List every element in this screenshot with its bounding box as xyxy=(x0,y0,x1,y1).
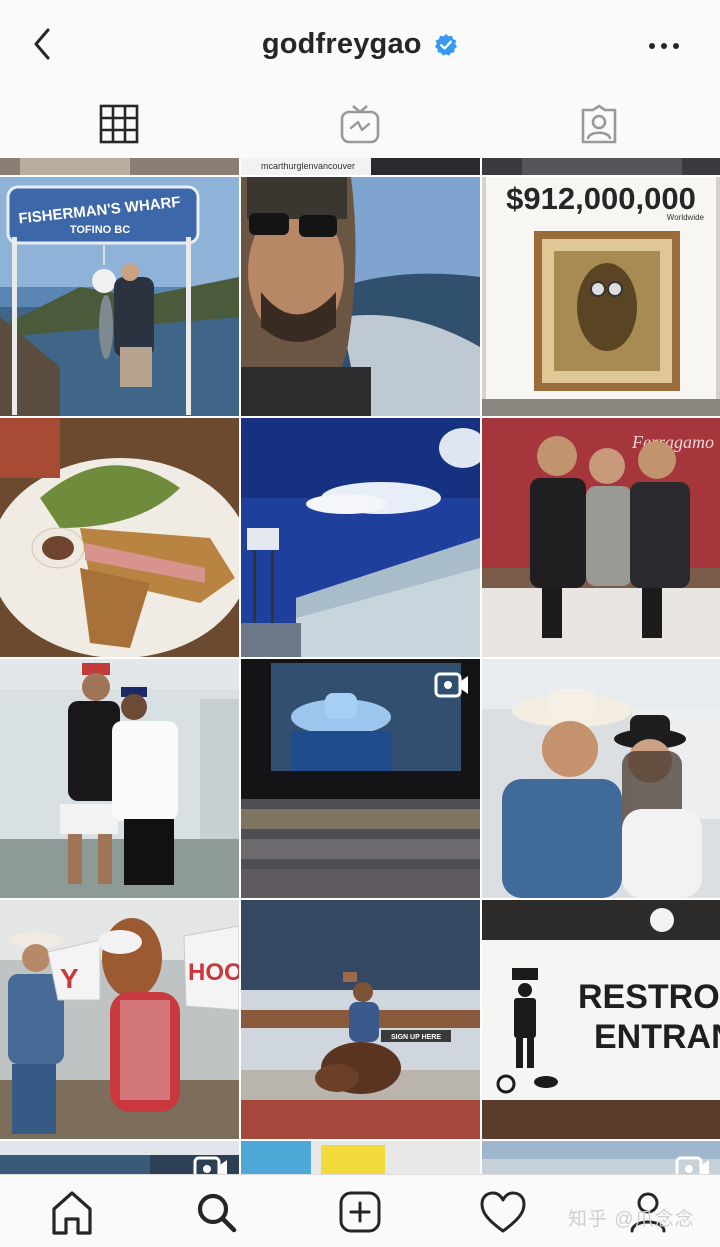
post-image-two-men-cap xyxy=(0,659,239,898)
nav-activity-button[interactable] xyxy=(475,1187,531,1237)
post-thumbnail-partial[interactable] xyxy=(241,1141,480,1174)
nav-search-button[interactable] xyxy=(188,1187,244,1237)
post-thumbnail[interactable]: Y HOO xyxy=(0,900,239,1139)
post-thumbnail-partial[interactable] xyxy=(482,158,720,175)
verified-badge-icon xyxy=(435,33,458,56)
post-image-fisherman-wharf: FISHERMAN'S WHARF TOFINO BC xyxy=(0,177,239,416)
tagged-account-label: mcarthurglenvancouver xyxy=(261,161,356,171)
post-image-horse-mascot: Y HOO xyxy=(0,900,239,1139)
post-image-sandwich-plate xyxy=(0,418,239,657)
more-horizontal-icon xyxy=(649,43,679,49)
post-thumbnail[interactable] xyxy=(241,659,480,898)
sign-line2: TOFINO BC xyxy=(70,224,130,236)
watermark-text: 知乎 @爪念念 xyxy=(568,1209,695,1230)
grid-icon xyxy=(99,104,139,144)
profile-header: godfreygao xyxy=(0,0,720,92)
sign-line1: RESTRO xyxy=(578,978,720,1016)
post-image-three-men-event: Ferragamo xyxy=(482,418,720,657)
video-icon xyxy=(675,1156,709,1174)
post-image-sky-water-tower xyxy=(241,418,480,657)
posts-grid: mcarthurglenvancouver FISHERMAN'S WHARF … xyxy=(0,158,720,1174)
price-caption: Worldwide xyxy=(667,213,705,222)
more-options-button[interactable] xyxy=(644,30,684,62)
sign-right: HOO xyxy=(188,959,239,986)
video-icon xyxy=(193,1156,227,1174)
post-image-minion-lisa: $912,000,000 Worldwide xyxy=(482,177,720,416)
sign-left: Y xyxy=(60,963,79,994)
post-thumbnail[interactable]: FISHERMAN'S WHARF TOFINO BC xyxy=(0,177,239,416)
tab-grid[interactable] xyxy=(89,98,149,152)
tab-igtv[interactable] xyxy=(330,98,390,152)
tab-tagged[interactable] xyxy=(569,98,629,152)
banner-text: SIGN UP HERE xyxy=(391,1034,441,1041)
post-thumbnail[interactable]: RESTRO ENTRAN xyxy=(482,900,720,1139)
post-thumbnail-partial[interactable] xyxy=(0,158,239,175)
post-thumbnail[interactable] xyxy=(0,418,239,657)
home-icon xyxy=(52,1191,92,1235)
tagged-user-icon xyxy=(581,104,617,144)
add-post-icon xyxy=(339,1191,381,1233)
post-thumbnail[interactable] xyxy=(482,659,720,898)
price-headline: $912,000,000 xyxy=(506,181,696,216)
post-thumbnail[interactable]: Ferragamo xyxy=(482,418,720,657)
profile-tabs xyxy=(0,92,720,158)
post-thumbnail[interactable] xyxy=(241,177,480,416)
post-image-cowboy-hat-selfie xyxy=(482,659,720,898)
profile-title: godfreygao xyxy=(0,28,720,68)
post-thumbnail-partial[interactable] xyxy=(482,1141,720,1174)
post-thumbnail-partial[interactable] xyxy=(0,1141,239,1174)
post-thumbnail[interactable] xyxy=(0,659,239,898)
nav-home-button[interactable] xyxy=(44,1187,100,1237)
post-thumbnail[interactable]: $912,000,000 Worldwide xyxy=(482,177,720,416)
video-icon xyxy=(434,672,468,698)
post-image-bull-ride: SIGN UP HERE xyxy=(241,900,480,1139)
post-thumbnail[interactable] xyxy=(241,418,480,657)
post-image-boat-selfie xyxy=(241,177,480,416)
post-thumbnail[interactable]: SIGN UP HERE xyxy=(241,900,480,1139)
username-title: godfreygao xyxy=(261,28,422,60)
post-image-restroom-sign: RESTRO ENTRAN xyxy=(482,900,720,1139)
heart-icon xyxy=(480,1191,526,1233)
post-thumbnail-partial[interactable]: mcarthurglenvancouver xyxy=(241,158,480,175)
search-icon xyxy=(197,1193,237,1233)
sign-line2: ENTRAN xyxy=(594,1018,720,1056)
igtv-icon xyxy=(340,105,380,144)
nav-new-post-button[interactable] xyxy=(332,1187,388,1237)
